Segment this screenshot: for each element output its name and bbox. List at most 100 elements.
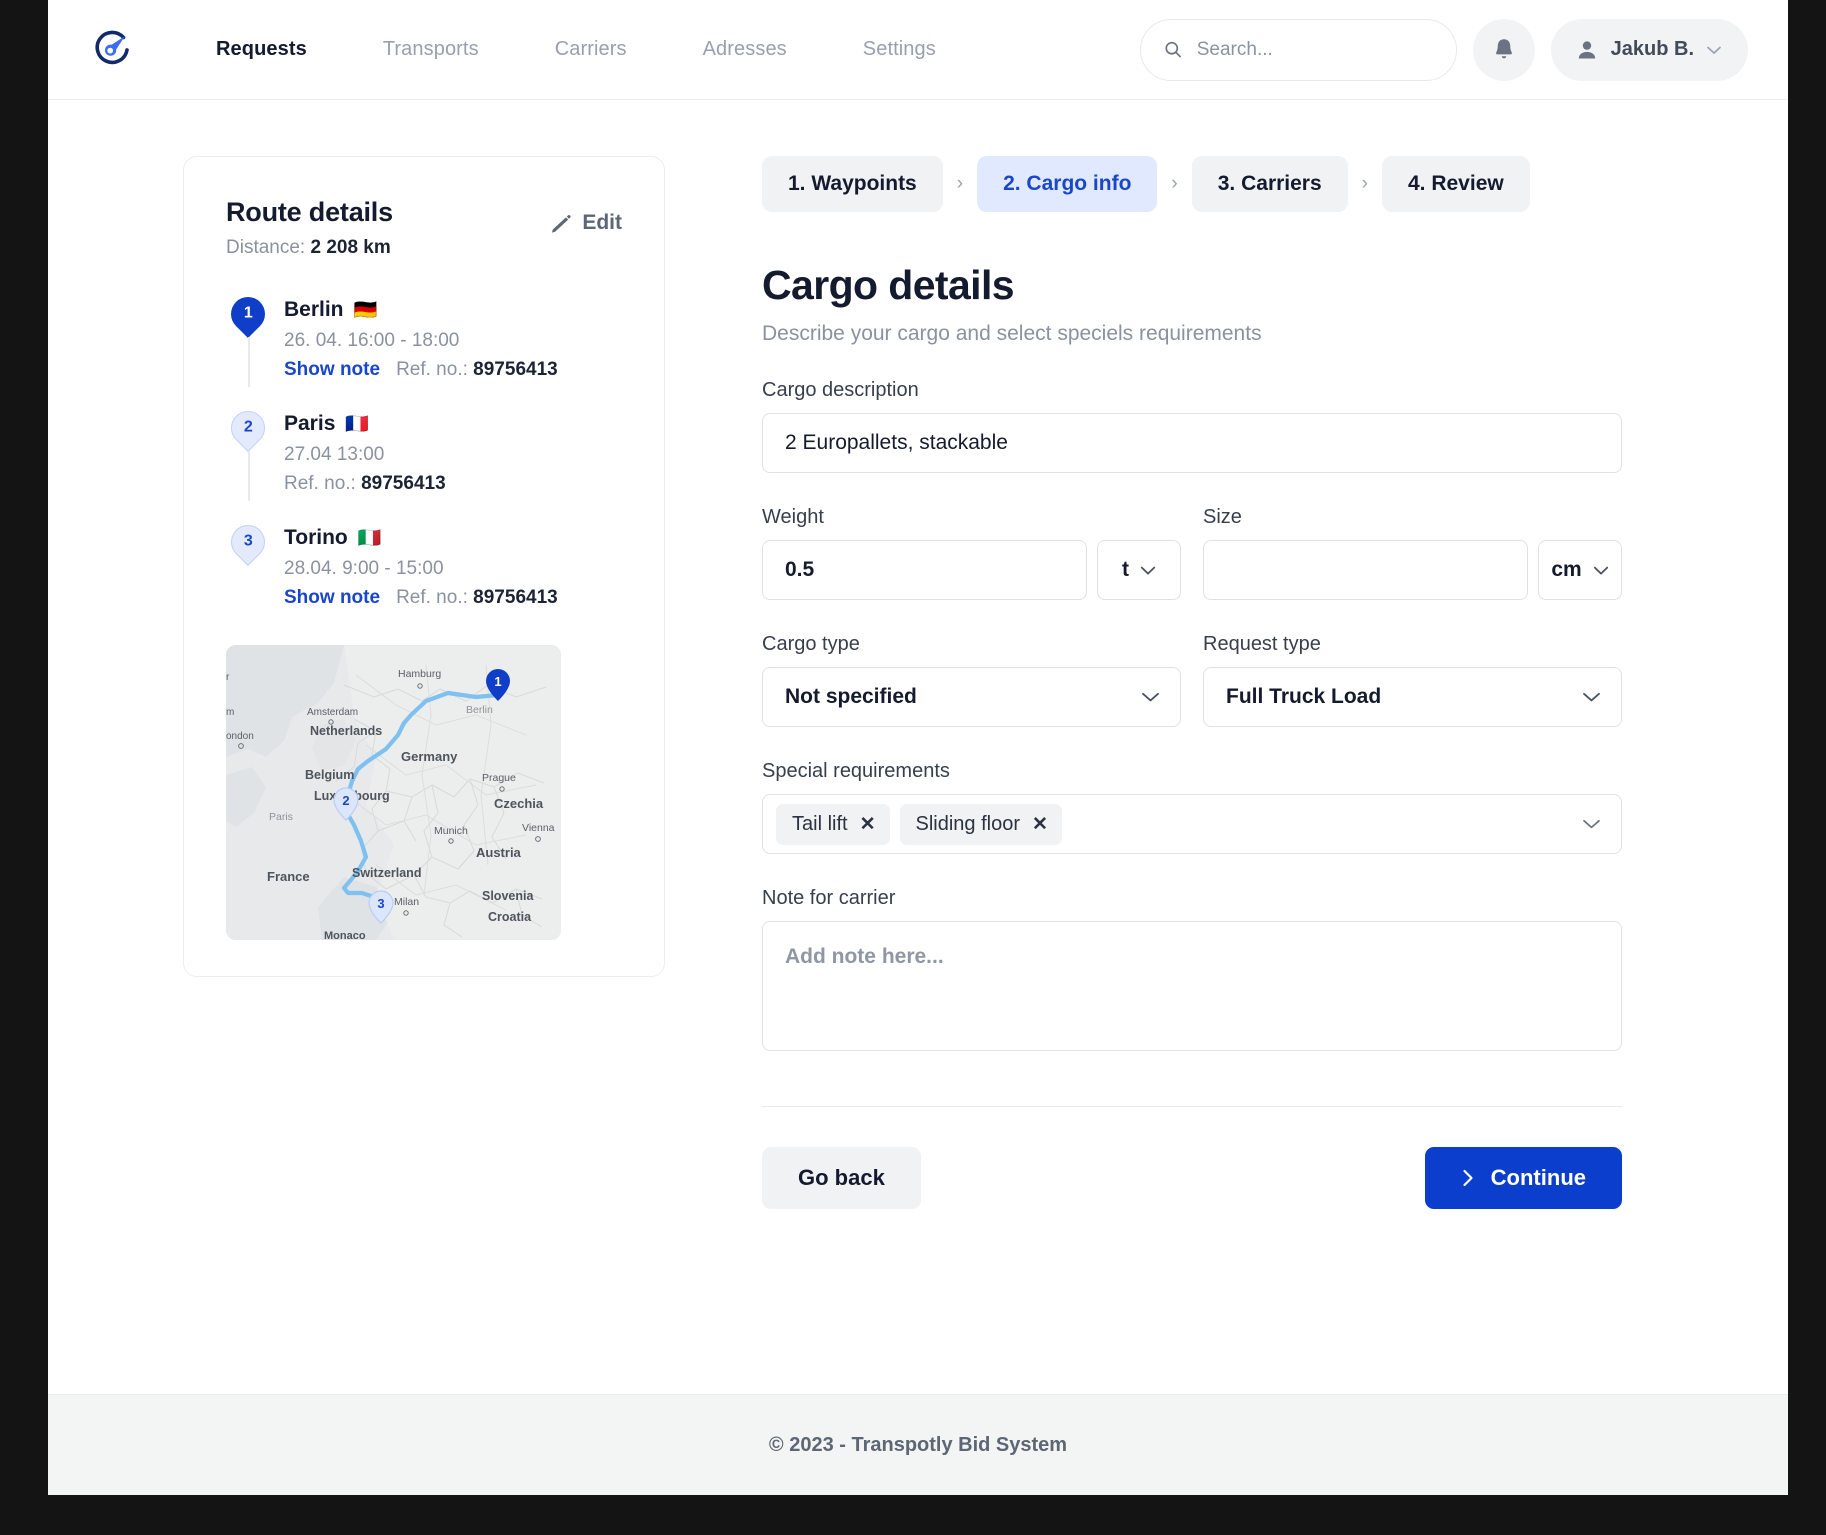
route-stop-marker: 2 bbox=[223, 403, 284, 501]
stop-number: 3 bbox=[243, 533, 253, 550]
person-icon bbox=[1578, 40, 1595, 58]
nav-item-adresses[interactable]: Adresses bbox=[665, 38, 825, 61]
search-input[interactable] bbox=[1196, 38, 1434, 61]
show-note-link[interactable]: Show note bbox=[284, 359, 380, 381]
svg-text:m: m bbox=[226, 707, 234, 718]
country-flag-icon: 🇫🇷 bbox=[345, 413, 370, 435]
nav-item-settings[interactable]: Settings bbox=[825, 38, 974, 61]
nav-item-carriers[interactable]: Carriers bbox=[517, 38, 665, 61]
app-logo[interactable] bbox=[81, 28, 143, 72]
requirement-tag-label: Tail lift bbox=[792, 812, 848, 835]
ref-value: 89756413 bbox=[473, 587, 558, 608]
svg-text:Prague: Prague bbox=[482, 772, 516, 784]
requirement-tag[interactable]: Sliding floor ✕ bbox=[899, 803, 1062, 845]
route-details-title: Route details bbox=[226, 197, 393, 227]
svg-text:Hamburg: Hamburg bbox=[398, 668, 441, 680]
cargo-description-input[interactable] bbox=[762, 413, 1622, 473]
size-unit-value: cm bbox=[1551, 558, 1582, 581]
show-note-link[interactable]: Show note bbox=[284, 587, 380, 609]
route-map[interactable]: Hamburg Amsterdam ondon Prague Munich Vi… bbox=[226, 645, 561, 940]
timeline-connector bbox=[248, 451, 250, 501]
request-type-label: Request type bbox=[1203, 633, 1321, 655]
wizard-step-review[interactable]: 4. Review bbox=[1381, 156, 1530, 212]
stop-meta: Show note Ref. no.: 89756413 bbox=[284, 359, 558, 381]
weight-size-row: Weight t Size bbox=[762, 506, 1622, 600]
route-stop-marker: 3 bbox=[223, 517, 284, 609]
note-label: Note for carrier bbox=[762, 887, 896, 909]
route-stop[interactable]: 1 Berlin 🇩🇪 26. 04. 16:00 - 18:00 Show n… bbox=[223, 289, 622, 411]
request-type-select[interactable]: Full Truck Load bbox=[1203, 667, 1622, 727]
step-separator-icon: › bbox=[956, 173, 964, 194]
special-requirements-select[interactable]: Tail lift ✕ Sliding floor ✕ bbox=[762, 794, 1622, 854]
size-input[interactable] bbox=[1203, 540, 1528, 600]
note-field: Note for carrier bbox=[762, 887, 1622, 1056]
svg-text:Milan: Milan bbox=[394, 896, 419, 908]
header-actions: Jakub B. bbox=[1139, 18, 1748, 81]
chevron-down-icon bbox=[1142, 692, 1159, 702]
weight-unit-select[interactable]: t bbox=[1097, 540, 1181, 600]
stop-meta: Ref. no.: 89756413 bbox=[284, 473, 446, 495]
route-distance: Distance: 2 208 km bbox=[226, 237, 393, 259]
form-actions: Go back Continue bbox=[762, 1147, 1622, 1209]
step-label: 1. Waypoints bbox=[788, 172, 917, 195]
svg-text:Switzerland: Switzerland bbox=[352, 866, 421, 880]
wizard-step-waypoints[interactable]: 1. Waypoints bbox=[762, 156, 943, 212]
route-stop[interactable]: 2 Paris 🇫🇷 27.04 13:00 Ref. no.: 8975641… bbox=[223, 403, 622, 525]
remove-tag-icon[interactable]: ✕ bbox=[860, 815, 876, 834]
size-label: Size bbox=[1203, 506, 1242, 528]
stop-city: Paris bbox=[284, 412, 336, 435]
svg-text:Paris: Paris bbox=[269, 811, 293, 823]
continue-label: Continue bbox=[1490, 1165, 1586, 1190]
svg-text:Slovenia: Slovenia bbox=[482, 889, 534, 903]
copyright-text: © 2023 - Transpotly Bid System bbox=[768, 1433, 1068, 1456]
cargo-type-select[interactable]: Not specified bbox=[762, 667, 1181, 727]
requirement-tag[interactable]: Tail lift ✕ bbox=[776, 803, 890, 845]
edit-route-button[interactable]: Edit bbox=[549, 211, 622, 235]
stop-reference: Ref. no.: 89756413 bbox=[284, 473, 446, 495]
weight-input[interactable] bbox=[762, 540, 1087, 600]
top-navigation-bar: Requests Transports Carriers Adresses Se… bbox=[48, 0, 1788, 100]
cargo-description-field: Cargo description bbox=[762, 379, 1622, 473]
step-separator-icon: › bbox=[1361, 173, 1368, 194]
special-requirements-field: Special requirements Tail lift ✕ Sliding… bbox=[762, 760, 1622, 854]
ref-value: 89756413 bbox=[361, 473, 446, 494]
cargo-type-label: Cargo type bbox=[762, 633, 860, 655]
svg-text:Monaco: Monaco bbox=[324, 930, 366, 940]
ref-label: Ref. no.: bbox=[284, 473, 356, 494]
svg-text:Austria: Austria bbox=[476, 845, 522, 860]
nav-item-requests[interactable]: Requests bbox=[178, 38, 345, 61]
map-pin-icon: 2 bbox=[223, 403, 273, 453]
country-flag-icon: 🇩🇪 bbox=[353, 299, 378, 321]
nav-item-transports[interactable]: Transports bbox=[345, 38, 517, 61]
route-stop[interactable]: 3 Torino 🇮🇹 28.04. 9:00 - 15:00 Show not… bbox=[223, 517, 622, 609]
svg-text:Belgium: Belgium bbox=[305, 768, 354, 782]
svg-text:1: 1 bbox=[494, 674, 501, 689]
user-menu[interactable]: Jakub B. bbox=[1550, 18, 1748, 81]
chevron-down-icon bbox=[1593, 566, 1608, 574]
notifications-button[interactable] bbox=[1472, 18, 1535, 81]
go-back-button[interactable]: Go back bbox=[762, 1147, 921, 1209]
remove-tag-icon[interactable]: ✕ bbox=[1032, 815, 1048, 834]
stop-reference: Ref. no.: 89756413 bbox=[396, 359, 558, 381]
route-card-header: Route details Distance: 2 208 km Edit bbox=[226, 197, 622, 259]
stop-time: 28.04. 9:00 - 15:00 bbox=[284, 558, 444, 579]
size-unit-select[interactable]: cm bbox=[1538, 540, 1622, 600]
stop-time: 27.04 13:00 bbox=[284, 444, 385, 465]
chevron-down-icon bbox=[1583, 692, 1600, 702]
map-pin-icon: 1 bbox=[223, 289, 273, 339]
continue-button[interactable]: Continue bbox=[1424, 1147, 1622, 1209]
note-textarea[interactable] bbox=[762, 921, 1622, 1051]
wizard-step-cargo-info[interactable]: 2. Cargo info bbox=[977, 156, 1158, 212]
svg-text:Netherlands: Netherlands bbox=[310, 724, 382, 738]
search-box[interactable] bbox=[1139, 18, 1457, 81]
wizard-step-carriers[interactable]: 3. Carriers bbox=[1191, 156, 1348, 212]
size-combo: cm bbox=[1203, 540, 1622, 600]
cargo-form: 1. Waypoints › 2. Cargo info › 3. Carrie… bbox=[762, 156, 1622, 1209]
main-nav: Requests Transports Carriers Adresses Se… bbox=[178, 38, 974, 61]
distance-label: Distance: bbox=[226, 237, 306, 258]
form-divider bbox=[762, 1106, 1622, 1107]
nav-label: Requests bbox=[216, 38, 307, 60]
route-stop-city-row: Berlin 🇩🇪 bbox=[284, 298, 558, 322]
route-stop-body: Paris 🇫🇷 27.04 13:00 Ref. no.: 89756413 bbox=[284, 411, 446, 495]
svg-text:Berlin: Berlin bbox=[466, 704, 493, 716]
